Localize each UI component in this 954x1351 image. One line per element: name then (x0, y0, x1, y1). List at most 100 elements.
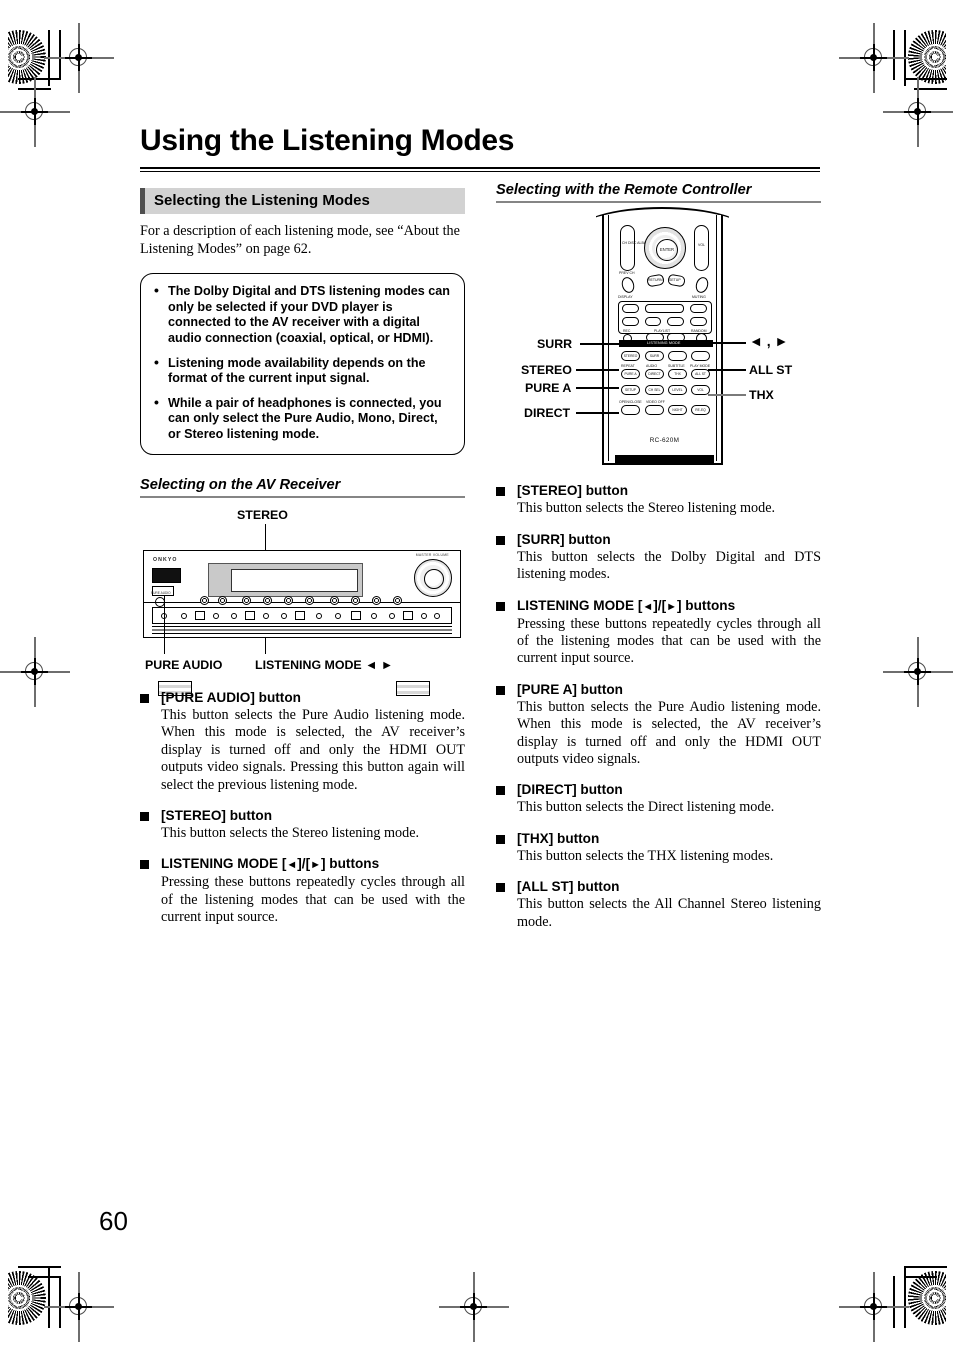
remote-callout-stereo: STEREO (521, 363, 572, 378)
entry-title: LISTENING MODE [◄]/[►] buttons (161, 856, 465, 873)
remote-controller-figure: CH DISC ALBUM VOL ENTER PREV CH DISPLAY … (496, 207, 821, 469)
receiver-vent-grill (152, 625, 452, 636)
bullet-square-icon (496, 487, 505, 497)
remote-callout-thx: THX (749, 388, 774, 403)
video-off-caption: VIDEO OFF (646, 400, 665, 405)
remote-direct-label: DIRECT (648, 372, 661, 377)
rec-caption: REC (623, 329, 631, 334)
entry-title: [THX] button (517, 830, 600, 846)
bullet-square-icon (140, 811, 149, 821)
remote-surr-label: SURR (649, 354, 660, 359)
pause-button[interactable] (645, 317, 661, 327)
page-title: Using the Listening Modes (140, 124, 515, 157)
receiver-standby-button (152, 567, 181, 583)
entry-pure-audio-button: [PURE AUDIO] button This button selects … (140, 690, 465, 794)
remote-re-eq-label: RE-EQ (695, 408, 706, 413)
registration-mark-top-left (44, 23, 114, 93)
stop-button[interactable] (667, 317, 684, 327)
section-heading-selecting-listening-modes: Selecting the Listening Modes (140, 188, 465, 214)
receiver-source-buttons[interactable] (200, 595, 408, 606)
skip-back-button[interactable] (622, 304, 639, 314)
bullet-square-icon (496, 786, 505, 796)
entry-remote-surr-button: [SURR] button This button selects the Do… (496, 532, 821, 584)
note-item: While a pair of headphones is connected,… (151, 395, 452, 443)
document-page: Using the Listening Modes Selecting the … (0, 0, 954, 1351)
left-column: Selecting the Listening Modes For a desc… (140, 188, 465, 927)
ch-disc-album-rocker[interactable] (620, 225, 635, 272)
subheading-selecting-with-remote: Selecting with the Remote Controller (496, 182, 752, 198)
registration-mark-upper-left (0, 77, 70, 147)
listening-mode-bar: LISTENING MODE (619, 340, 713, 348)
entry-text: This button selects the Stereo listening… (517, 500, 776, 517)
listening-mode-left-button[interactable] (668, 351, 687, 362)
right-arrow-icon: ► (666, 600, 677, 613)
remote-setup-label: SETUP (625, 388, 636, 393)
open-close-button[interactable] (621, 405, 640, 416)
entry-remote-thx-button: [THX] button This button selects the THX… (496, 831, 821, 865)
print-burst-target-top-right (908, 30, 946, 84)
entry-title: [PURE A] button (517, 681, 623, 697)
remote-leader-surr (580, 343, 620, 345)
entry-remote-direct-button: [DIRECT] button This button selects the … (496, 782, 821, 816)
video-off-button[interactable] (645, 405, 664, 416)
entry-text: This button selects the THX listening mo… (517, 847, 774, 864)
entry-title: [ALL ST] button (517, 879, 620, 895)
callout-label-listening-mode: LISTENING MODE ◄ ► (255, 658, 393, 672)
remote-leader-all-st (708, 369, 746, 371)
registration-mark-bottom-right (839, 1272, 909, 1342)
registration-mark-upper-right (883, 77, 953, 147)
page-number: 60 (99, 1206, 128, 1236)
display-caption: DISPLAY (618, 295, 633, 300)
entry-text: This button selects the Pure Audio liste… (517, 698, 821, 768)
remote-pure-a-label: PURE A (624, 372, 637, 377)
play-mode-caption: PLAY MODE (690, 364, 711, 369)
entry-title-post: ] buttons (677, 597, 736, 613)
entry-listening-mode-buttons: LISTENING MODE [◄]/[►] buttons Pressing … (140, 856, 465, 926)
setup-caption: SETUP (669, 278, 681, 283)
receiver-display-window (231, 568, 358, 592)
remote-callout-all-st: ALL ST (749, 363, 793, 378)
entry-text: This button selects the Stereo listening… (161, 824, 420, 841)
left-arrow-icon: ◄ (642, 600, 654, 613)
remote-level-minus-label: LEVEL (672, 388, 683, 393)
skip-forward-button[interactable] (690, 304, 707, 314)
entry-remote-all-st-button: [ALL ST] button This button selects the … (496, 879, 821, 931)
remote-callout-pure-a: PURE A (525, 381, 572, 396)
entry-title-mid: ]/[ (653, 597, 667, 613)
remote-level-plus-label: VOL (697, 388, 704, 393)
play-button[interactable] (645, 304, 684, 314)
listening-mode-right-button[interactable] (691, 351, 710, 362)
remote-leader-pure-a (576, 387, 619, 389)
entry-title-pre: LISTENING MODE [ (161, 856, 287, 872)
audio-caption: AUDIO (646, 364, 658, 369)
random-caption: RANDOM (691, 329, 707, 334)
right-arrow-icon: ► (310, 859, 321, 872)
registration-mark-mid-left (0, 637, 70, 707)
remote-callout-direct: DIRECT (524, 406, 571, 421)
bullet-square-icon (496, 535, 505, 545)
callout-label-pure-audio: PURE AUDIO (145, 657, 223, 672)
vol-rocker[interactable] (694, 225, 709, 272)
registration-mark-bottom-center (439, 1272, 509, 1342)
registration-mark-top-right (839, 23, 909, 93)
entry-text: This button selects the Dolby Digital an… (517, 548, 821, 583)
av-receiver-figure: STEREO ONKYO MASTER VOLUME PURE AUDIO PU… (140, 508, 465, 696)
print-burst-target-top-left (8, 30, 46, 84)
return-caption: RETURN (648, 278, 663, 283)
remote-bottom-edge (615, 455, 714, 466)
callout-listening-mode-text: LISTENING MODE (255, 657, 362, 672)
remote-callout-arrows: ◄ , ► (749, 333, 789, 350)
bullet-square-icon (140, 693, 149, 703)
entry-title: [PURE AUDIO] button (161, 689, 301, 705)
intro-paragraph: For a description of each listening mode… (140, 223, 460, 257)
entry-text: This button selects the Pure Audio liste… (161, 706, 465, 793)
subheading-selecting-on-av-receiver: Selecting on the AV Receiver (140, 476, 341, 493)
entry-title: LISTENING MODE [◄]/[►] buttons (517, 598, 821, 615)
master-volume-knob[interactable] (414, 558, 452, 597)
fast-forward-button[interactable] (690, 317, 707, 327)
remote-ch-sel-label: CH SEL (648, 388, 661, 393)
registration-mark-mid-right (883, 637, 953, 707)
rewind-button[interactable] (622, 317, 639, 327)
receiver-body: ONKYO MASTER VOLUME PURE AUDIO (143, 549, 461, 696)
notes-box: The Dolby Digital and DTS listening mode… (140, 273, 465, 455)
